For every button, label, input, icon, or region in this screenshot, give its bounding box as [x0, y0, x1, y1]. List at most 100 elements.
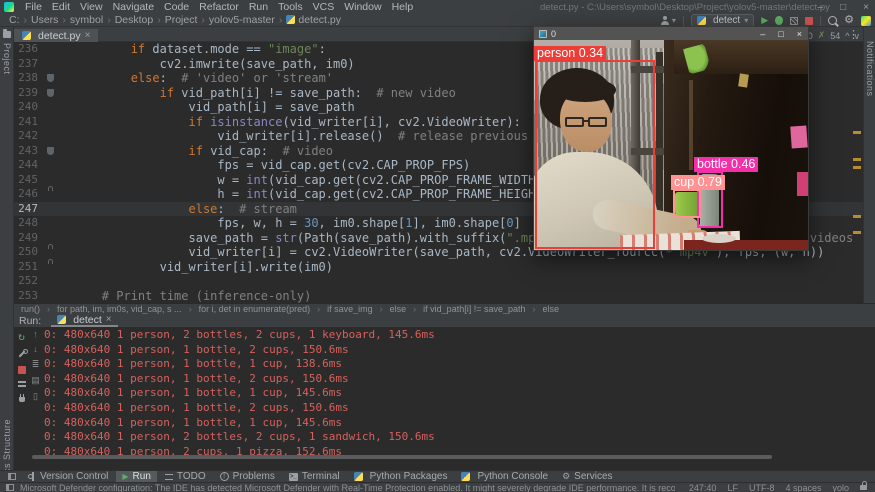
tool-window-terminal[interactable]: >_Terminal	[283, 471, 346, 483]
webcam-sticky-note	[790, 125, 807, 148]
scrollbar-warning-mark[interactable]	[853, 131, 861, 134]
settings-button[interactable]	[17, 349, 27, 359]
run-tab-detect[interactable]: detect ×	[51, 314, 117, 327]
menu-vcs[interactable]: VCS	[308, 1, 340, 13]
token: isinstance	[210, 115, 282, 129]
scrollbar-warning-mark[interactable]	[853, 215, 861, 218]
menu-tools[interactable]: Tools	[273, 1, 308, 13]
scrollbar-warning-mark[interactable]	[853, 166, 861, 169]
menu-file[interactable]: File	[20, 1, 47, 13]
menu-run[interactable]: Run	[244, 1, 273, 13]
code-text: h = int(vid_cap.get(cv2.CAP_PROP_FRAME_H…	[44, 187, 557, 202]
debug-button[interactable]	[775, 16, 783, 25]
breadcrumb-item[interactable]: Desktop	[114, 14, 155, 26]
token: (vid_cap.get(cv2.CAP_PROP_FRAME_HEIGHT))	[268, 187, 557, 201]
maximize-button[interactable]: □	[840, 2, 846, 13]
scrollbar-warning-mark[interactable]	[853, 158, 861, 161]
sidebar-item-structure[interactable]: Structure	[2, 419, 12, 460]
maximize-button[interactable]: □	[778, 29, 783, 39]
status-widget[interactable]: UTF-8	[749, 483, 775, 492]
tab-label: detect.py	[38, 30, 81, 42]
webcam-ladder-pole	[656, 52, 663, 236]
settings-button[interactable]: ⚙	[844, 15, 854, 26]
close-button[interactable]: ×	[863, 2, 869, 13]
chevron-right-icon: ›	[107, 14, 111, 26]
plugin-icon[interactable]	[861, 16, 871, 26]
context-item[interactable]: run()	[20, 304, 41, 314]
attach-debugger-button[interactable]	[19, 397, 25, 402]
python-icon	[461, 472, 470, 481]
status-widget[interactable]: yolo	[832, 483, 849, 492]
context-item[interactable]: else	[389, 304, 408, 314]
context-item[interactable]: for i, det in enumerate(pred)	[198, 304, 312, 314]
tool-window-switcher-icon[interactable]	[8, 473, 16, 480]
pause-output-button[interactable]	[18, 381, 26, 387]
menu-code[interactable]: Code	[159, 1, 194, 13]
minimize-button[interactable]: –	[818, 2, 824, 13]
close-icon[interactable]: ×	[85, 30, 91, 41]
tool-window-problems[interactable]: !Problems	[214, 471, 281, 483]
stop-button[interactable]	[805, 17, 813, 25]
menu-edit[interactable]: Edit	[47, 1, 75, 13]
breadcrumb-item[interactable]: Users	[30, 14, 59, 26]
context-breadcrumb-bar: run()›for path, im, im0s, vid_cap, s ...…	[14, 303, 875, 314]
code-text: if isinstance(vid_writer[i], cv2.VideoWr…	[44, 115, 521, 130]
run-button[interactable]: ▶	[761, 15, 768, 26]
tool-window-version-control[interactable]: Version Control	[22, 471, 114, 483]
horizontal-scrollbar[interactable]	[32, 455, 772, 459]
context-item[interactable]: else	[542, 304, 561, 314]
prev-occurrence-button[interactable]: ↑	[33, 329, 38, 339]
sidebar-item-notifications[interactable]: Notifications	[865, 41, 875, 97]
run-console[interactable]: ↻ ↑↓≣▤▯ 0: 480x640 1 person, 2 bottles, …	[14, 327, 875, 470]
menu-navigate[interactable]: Navigate	[108, 1, 159, 13]
breadcrumb-item[interactable]: symbol	[69, 14, 104, 26]
coverage-button[interactable]	[790, 17, 798, 25]
rerun-button[interactable]: ↻	[18, 332, 25, 342]
tool-window-run[interactable]: ▶Run	[116, 471, 157, 483]
menu-help[interactable]: Help	[387, 1, 419, 13]
tool-window-todo[interactable]: TODO	[159, 471, 212, 483]
divider	[820, 16, 821, 26]
status-widget[interactable]: 4 spaces	[785, 483, 821, 492]
next-occurrence-button[interactable]: ↓	[33, 344, 38, 354]
minimize-button[interactable]: –	[760, 29, 765, 39]
detection-label-bottle: bottle 0.46	[694, 157, 758, 172]
breadcrumb-item[interactable]: yolov5-master	[208, 14, 276, 26]
user-icon	[660, 16, 670, 26]
tool-window-python-packages[interactable]: Python Packages	[348, 471, 454, 483]
menu-view[interactable]: View	[75, 1, 108, 13]
sidebar-item-project[interactable]: Project	[2, 43, 12, 75]
detection-box-person	[535, 60, 655, 249]
scroll-to-end-button[interactable]: ▤	[31, 375, 40, 386]
context-item[interactable]: for path, im, im0s, vid_cap, s ...	[56, 304, 183, 314]
user-avatar-button[interactable]: ▾	[660, 16, 676, 26]
close-icon[interactable]: ×	[106, 314, 112, 325]
breadcrumb-item[interactable]: Project	[164, 14, 199, 26]
soft-wrap-button[interactable]: ≣	[32, 359, 40, 370]
close-button[interactable]: ×	[797, 29, 802, 39]
python-icon	[57, 315, 66, 324]
webcam-frame: person 0.34 bottle 0.46 cup 0.79	[534, 40, 808, 250]
context-item[interactable]: if vid_path[i] != save_path	[422, 304, 526, 314]
scrollbar-warning-mark[interactable]	[853, 231, 861, 234]
breadcrumb-item[interactable]: detect.py	[285, 14, 342, 26]
breadcrumb-label: yolov5-master	[209, 14, 275, 26]
context-item[interactable]: if save_img	[326, 304, 374, 314]
status-widget[interactable]: LF	[727, 483, 738, 492]
token: vid_path[i] != save_path:	[181, 86, 376, 100]
breadcrumb: C:›Users›symbol›Desktop›Project›yolov5-m…	[8, 14, 342, 26]
clear-all-button[interactable]: ▯	[33, 391, 38, 402]
line-number: 250	[14, 245, 38, 260]
next-problem-button[interactable]: v	[855, 31, 860, 41]
console-line: 0: 480x640 1 person, 1 bottle, 1 cup, 13…	[44, 357, 875, 372]
prev-problem-button[interactable]: ^	[845, 31, 849, 41]
status-widget[interactable]: 247:40	[689, 483, 717, 492]
token: # Print time (inference-only)	[102, 289, 312, 303]
stop-button[interactable]	[18, 366, 26, 374]
search-everywhere-button[interactable]	[828, 16, 837, 25]
breadcrumb-item[interactable]: C:	[8, 14, 21, 26]
menu-refactor[interactable]: Refactor	[194, 1, 244, 13]
tool-window-services[interactable]: ⚙Services	[556, 471, 618, 483]
tool-window-python-console[interactable]: Python Console	[455, 471, 554, 483]
menu-window[interactable]: Window	[339, 1, 386, 13]
